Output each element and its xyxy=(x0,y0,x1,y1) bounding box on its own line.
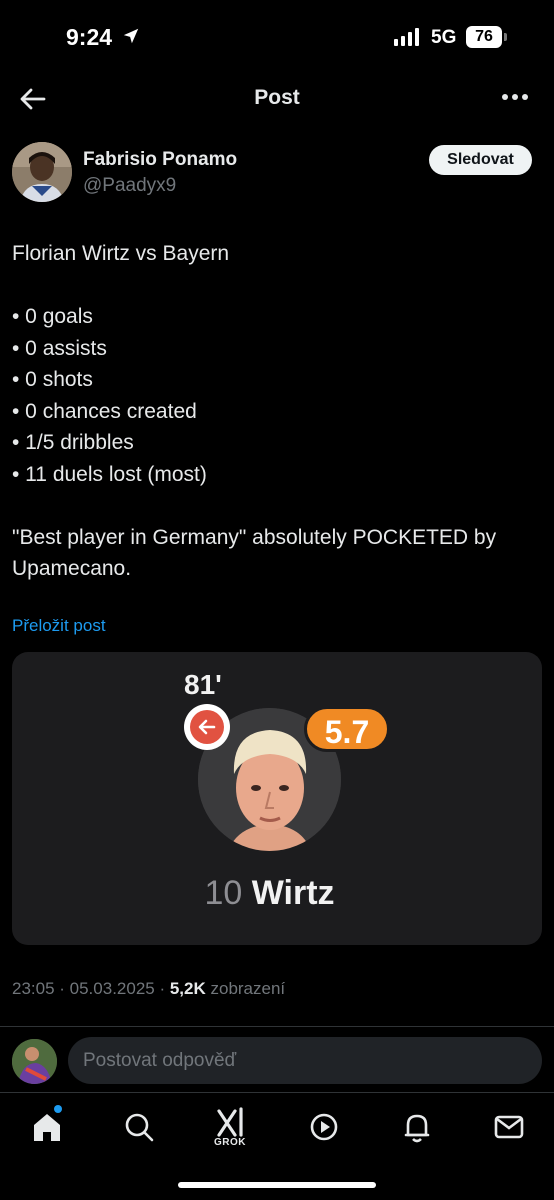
player-rating-badge: 5.7 xyxy=(304,706,390,752)
battery-icon: 76 xyxy=(466,26,507,48)
author-avatar[interactable] xyxy=(12,142,72,202)
post-header: Post xyxy=(0,74,554,124)
views-count[interactable]: 5,2K xyxy=(170,979,206,998)
author-handle[interactable]: @Paadyx9 xyxy=(83,175,176,197)
follow-button[interactable]: Sledovat xyxy=(429,145,532,175)
notifications-icon[interactable] xyxy=(399,1109,435,1145)
home-icon[interactable] xyxy=(29,1109,65,1145)
search-icon[interactable] xyxy=(121,1109,157,1145)
stat-line: • 0 goals xyxy=(12,305,93,328)
status-time: 9:24 xyxy=(66,24,113,50)
grok-label: GROK xyxy=(214,1137,246,1148)
player-number: 10 xyxy=(204,874,243,912)
video-icon[interactable] xyxy=(306,1109,342,1145)
post-meta: 23:05 · 05.03.2025 · 5,2K zobrazení xyxy=(12,979,285,999)
post-closing: "Best player in Germany" absolutely POCK… xyxy=(12,525,497,581)
home-indicator xyxy=(178,1182,376,1188)
reply-input[interactable] xyxy=(68,1037,542,1084)
substitution-out-icon xyxy=(184,704,230,750)
player-name: Wirtz xyxy=(251,874,335,912)
stat-line: • 0 chances created xyxy=(12,399,197,423)
translate-link[interactable]: Přeložit post xyxy=(12,616,106,636)
network-type: 5G xyxy=(431,27,457,48)
post-timestamp: 23:05 · 05.03.2025 · xyxy=(12,979,170,998)
signal-icon xyxy=(394,28,419,46)
stat-line: • 1/5 dribbles xyxy=(12,431,134,454)
location-arrow-icon xyxy=(123,28,139,44)
stat-line: • 0 shots xyxy=(12,368,93,391)
status-bar: 9:24 5G 76 xyxy=(0,0,554,74)
page-title: Post xyxy=(254,86,300,109)
user-avatar[interactable] xyxy=(12,1039,57,1084)
post-text: Florian Wirtz vs Bayern • 0 goals • 0 as… xyxy=(12,238,544,585)
more-options-icon[interactable] xyxy=(502,94,528,100)
post-headline: Florian Wirtz vs Bayern xyxy=(12,242,230,265)
player-label: 10 Wirtz xyxy=(12,874,527,913)
views-label: zobrazení xyxy=(205,979,286,998)
notification-dot xyxy=(54,1105,62,1113)
substitution-minute: 81' xyxy=(184,669,222,700)
stat-line: • 0 assists xyxy=(12,336,107,360)
author-name[interactable]: Fabrisio Ponamo xyxy=(83,149,237,171)
post-image[interactable]: 81' 5.7 10 Wirtz xyxy=(12,652,542,945)
grok-icon[interactable] xyxy=(213,1105,249,1141)
messages-icon[interactable] xyxy=(491,1109,527,1145)
reply-bar xyxy=(0,1026,554,1092)
stat-line: • 11 duels lost (most) xyxy=(12,462,207,486)
